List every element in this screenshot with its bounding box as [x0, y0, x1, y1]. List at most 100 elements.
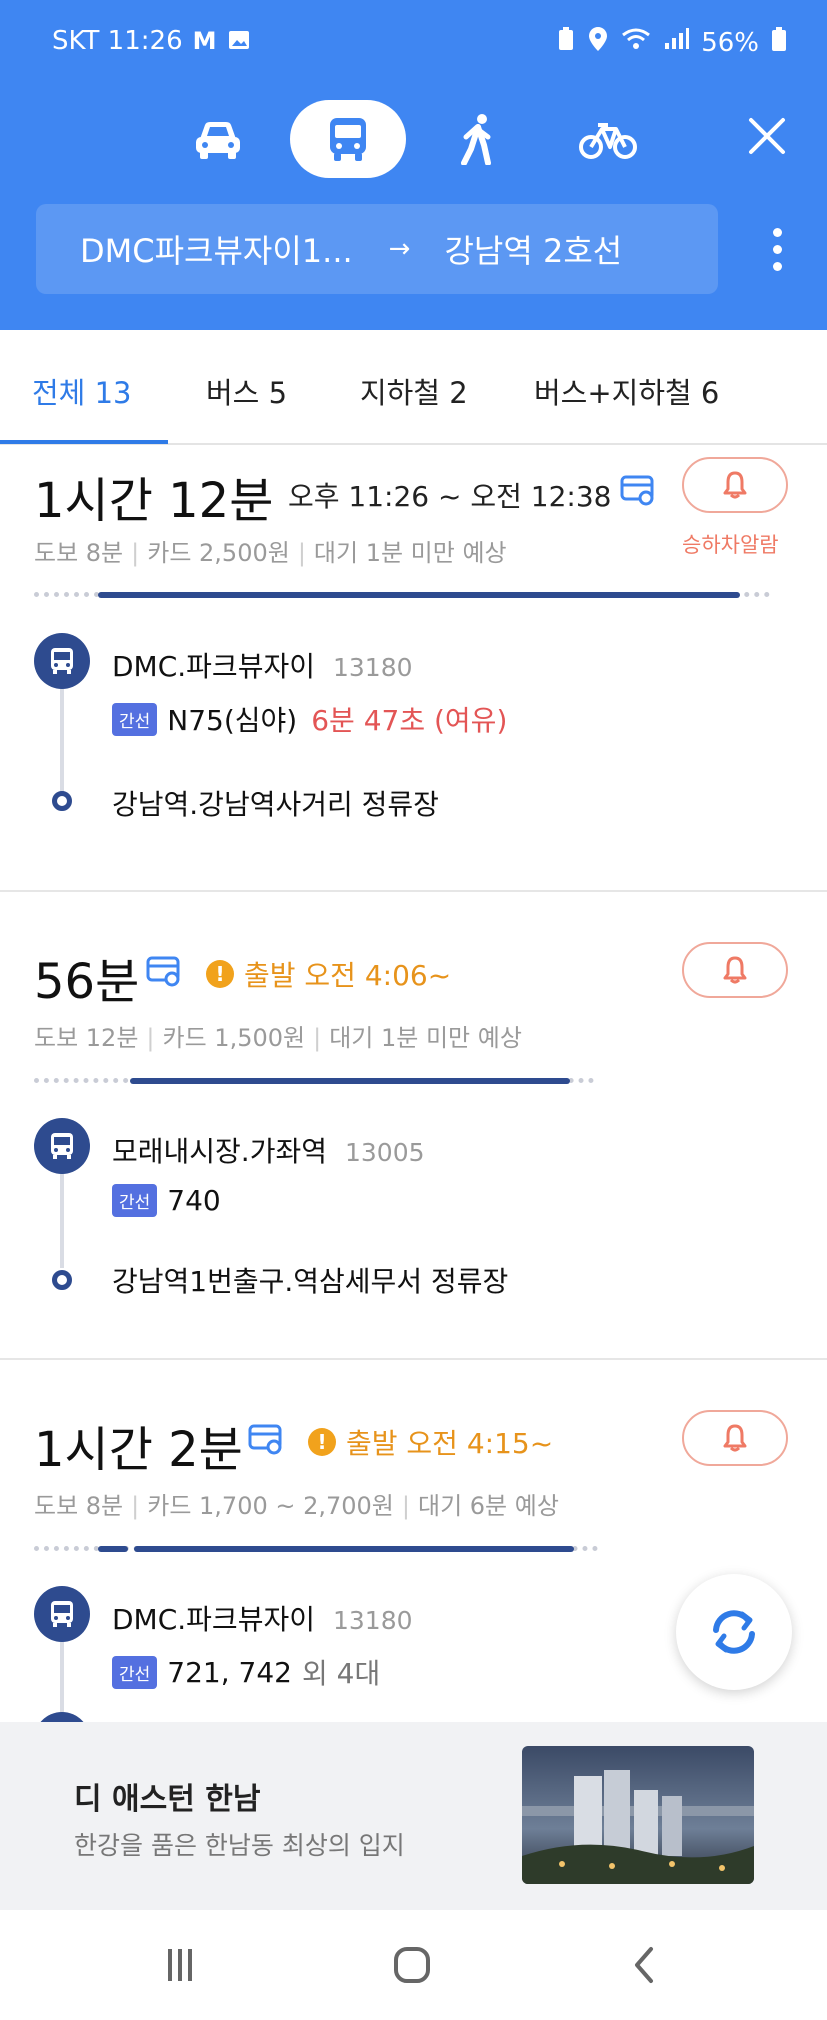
total-time: 1시간 12분	[34, 473, 274, 529]
ad-banner[interactable]: 디 애스턴 한남 한강을 품은 한남동 최상의 입지	[0, 1722, 827, 1910]
signal-icon	[663, 27, 690, 58]
destination-label: 강남역 2호선	[444, 232, 623, 270]
tab-subway[interactable]: 지하철 2	[360, 370, 468, 412]
card-pay-icon	[620, 473, 656, 511]
ad-title: 디 애스턴 한남	[74, 1782, 261, 1817]
arrival-eta: 6분 47초 (여유)	[311, 704, 508, 737]
refresh-icon	[713, 1610, 755, 1654]
stop-id: 13180	[332, 653, 413, 682]
mode-bike[interactable]	[550, 100, 666, 178]
status-bar: SKT 11:26 M 56%	[0, 0, 827, 88]
transport-modes	[0, 100, 827, 178]
close-button[interactable]	[737, 106, 797, 166]
walk-time: 도보 8분	[34, 1492, 124, 1520]
line-name: N75(심야)	[167, 704, 298, 737]
line-type-badge: 간선	[112, 702, 158, 736]
bell-icon	[723, 471, 747, 499]
bus-stop-icon	[34, 1586, 90, 1642]
fare: 카드 2,500원	[147, 539, 290, 567]
recents-icon	[168, 1949, 192, 1981]
tab-all[interactable]: 전체 13	[32, 370, 131, 412]
more-options-button[interactable]	[765, 224, 789, 274]
arrow-icon: →	[388, 234, 411, 264]
walk-time: 도보 8분	[34, 539, 124, 567]
route-info: 도보 12분 | 카드 1,500원 | 대기 1분 미만 예상	[34, 1024, 522, 1052]
tab-bus[interactable]: 버스 5	[206, 370, 287, 412]
route-info: 도보 8분 | 카드 2,500원 | 대기 1분 미만 예상	[34, 539, 507, 567]
card-pay-icon	[146, 954, 182, 992]
ad-image	[522, 1746, 754, 1884]
destination-dot-icon	[52, 791, 72, 811]
mode-bus[interactable]	[290, 100, 406, 178]
progress-fill	[134, 1546, 574, 1552]
line-type-badge: 간선	[112, 1184, 158, 1217]
progress-segment-walk	[98, 1546, 128, 1552]
line-name: 721, 742	[167, 1655, 292, 1689]
bus-line[interactable]: 간선 721, 742 외 4대	[112, 1652, 380, 1692]
board-stop: DMC.파크뷰자이 13180	[112, 1603, 413, 1636]
wait-time: 대기 1분 미만 예상	[313, 539, 507, 567]
wait-time: 대기 6분 예상	[417, 1492, 559, 1520]
departure-notice: ! 출발 오전 4:06~	[206, 954, 451, 994]
origin-label: DMC파크뷰자이1...	[80, 232, 353, 270]
departure-notice: ! 출발 오전 4:15~	[308, 1422, 553, 1462]
alarm-button[interactable]	[682, 457, 788, 513]
more-lines: 외 4대	[301, 1657, 381, 1690]
line-name: 740	[167, 1184, 221, 1217]
board-stop: DMC.파크뷰자이 13180	[112, 650, 413, 683]
mode-walk[interactable]	[420, 100, 536, 178]
total-time: 1시간 2분	[34, 1422, 243, 1478]
wait-time: 대기 1분 미만 예상	[329, 1024, 522, 1052]
fare: 카드 1,700 ~ 2,700원	[147, 1492, 394, 1520]
app-header: SKT 11:26 M 56% DMC파크뷰자이1... → 강남역 2호선	[0, 0, 827, 330]
battery-level: 56%	[701, 27, 759, 58]
alight-stop: 강남역1번출구.역삼세무서 정류장	[112, 1265, 509, 1298]
car-icon	[196, 122, 240, 159]
route-info: 도보 8분 | 카드 1,700 ~ 2,700원 | 대기 6분 예상	[34, 1492, 559, 1520]
bell-icon	[723, 956, 747, 984]
board-stop: 모래내시장.가좌역 13005	[112, 1135, 425, 1168]
back-icon	[635, 1947, 653, 1983]
route-card[interactable]: 1시간 12분 오후 11:26 ~ 오전 12:38 승하차알람 도보 8분 |…	[0, 447, 827, 890]
route-summary[interactable]: DMC파크뷰자이1... → 강남역 2호선	[36, 204, 718, 294]
wifi-icon	[621, 27, 651, 58]
home-button[interactable]	[382, 1940, 442, 1990]
progress-fill	[98, 592, 740, 598]
recents-button[interactable]	[150, 1940, 210, 1990]
route-card[interactable]: 56분 ! 출발 오전 4:06~ 도보 12분 | 카드 1,500원 | 대기 1분…	[0, 892, 827, 1358]
stop-id: 13180	[332, 1606, 413, 1635]
battery-icon	[771, 26, 787, 59]
time-range: 오후 11:26 ~ 오전 12:38	[288, 480, 612, 513]
warning-icon: !	[308, 1428, 336, 1456]
ad-subtitle: 한강을 품은 한남동 최상의 입지	[74, 1831, 405, 1860]
gallery-icon	[227, 28, 253, 54]
card-pay-icon	[248, 1422, 284, 1460]
battery-saver-icon	[557, 26, 575, 59]
mode-car[interactable]	[160, 100, 276, 178]
alarm-button[interactable]	[682, 942, 788, 998]
bus-icon	[330, 118, 366, 161]
bus-stop-icon	[34, 1712, 90, 1722]
refresh-button[interactable]	[676, 1574, 792, 1690]
warning-icon: !	[206, 960, 234, 988]
total-time: 56분	[34, 954, 140, 1010]
bus-stop-icon	[34, 633, 90, 689]
bus-line[interactable]: 간선 740	[112, 1184, 221, 1217]
route-line	[60, 673, 64, 793]
tab-bus-subway[interactable]: 버스+지하철 6	[534, 370, 719, 412]
walk-icon	[461, 114, 491, 165]
progress-fill	[130, 1078, 570, 1084]
bus-stop-icon	[34, 1118, 90, 1174]
gmail-icon: M	[192, 27, 217, 55]
back-button[interactable]	[614, 1940, 674, 1990]
alarm-label: 승하차알람	[682, 533, 779, 557]
line-type-badge: 간선	[112, 1655, 158, 1689]
bike-icon	[579, 123, 637, 159]
stop-id: 13005	[344, 1138, 425, 1167]
system-nav-bar	[0, 1910, 827, 2020]
bell-icon	[723, 1424, 747, 1452]
fare: 카드 1,500원	[162, 1024, 306, 1052]
location-icon	[587, 26, 609, 59]
bus-line[interactable]: 간선 N75(심야) 6분 47초 (여유)	[112, 699, 507, 739]
alarm-button[interactable]	[682, 1410, 788, 1466]
